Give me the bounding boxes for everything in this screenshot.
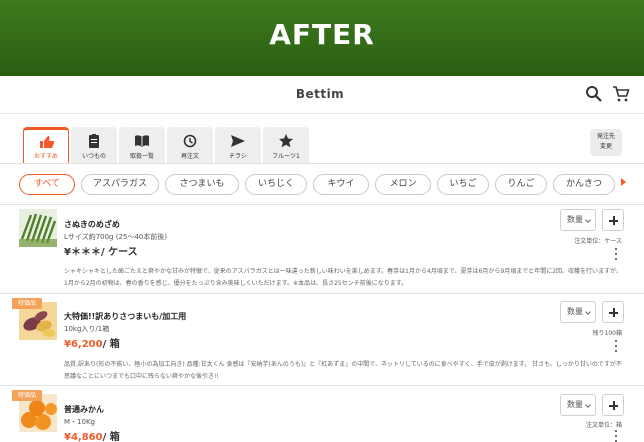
tab-label: 取扱一覧 <box>129 153 154 160</box>
clipboard-icon <box>86 133 102 148</box>
chip-fig[interactable]: いちじく <box>245 174 307 195</box>
chip-strawberry[interactable]: いちご <box>437 174 489 195</box>
history-icon <box>182 133 198 148</box>
search-icon[interactable] <box>585 85 603 103</box>
chip-asparagus[interactable]: アスパラガス <box>81 174 159 195</box>
more-options-icon[interactable] <box>614 248 618 260</box>
quantity-label: 数量 <box>567 215 583 224</box>
tab-label: チラシ <box>229 153 247 160</box>
price-amount: ¥6,200 <box>64 339 103 350</box>
tabs-divider <box>0 163 644 164</box>
banner-title: AFTER <box>269 18 375 51</box>
special-price-badge: 特価品 <box>12 298 42 309</box>
chevron-down-icon <box>585 402 591 408</box>
tab-catalog[interactable]: 取扱一覧 <box>119 127 165 163</box>
tab-usual[interactable]: いつもの <box>71 127 117 163</box>
price-amount: ¥4,860 <box>64 432 103 442</box>
product-price: ¥6,200/ 箱 <box>64 335 120 350</box>
tab-reorder[interactable]: 再注文 <box>167 127 213 163</box>
tab-label: 再注文 <box>180 153 199 160</box>
more-options-icon[interactable] <box>614 430 618 442</box>
chevron-down-icon <box>585 217 591 223</box>
special-price-badge: 特価品 <box>12 390 42 401</box>
book-icon <box>134 133 150 147</box>
price-unit: / ケース <box>100 247 138 258</box>
thumb-up-icon <box>39 134 55 148</box>
add-button[interactable] <box>602 301 624 323</box>
stock-remaining: 残り100箱 <box>592 330 622 337</box>
product-description: シャキシャキとした歯ごたえと爽やかな甘みが特徴で、従来のアスパラガスとは一味違っ… <box>64 268 622 287</box>
chip-kiwi[interactable]: キウイ <box>313 174 369 195</box>
app-bar: Bettim <box>0 76 644 114</box>
product-price: ¥＊＊＊/ ケース <box>64 243 138 258</box>
product-price: ¥4,860/ 箱 <box>64 428 120 442</box>
chip-melon[interactable]: メロン <box>375 174 431 195</box>
product-name[interactable]: 大特価!!訳ありさつまいも/加工用 <box>64 311 186 322</box>
price-unit: / 箱 <box>102 432 120 442</box>
after-banner: AFTER <box>0 0 644 76</box>
chips-scroll-right-icon[interactable] <box>621 178 626 186</box>
destination-line2: 変更 <box>599 143 612 150</box>
quantity-select[interactable]: 数量 <box>560 209 596 231</box>
list-divider <box>0 293 644 294</box>
product-name[interactable]: 普通みかん <box>64 404 104 415</box>
product-image[interactable] <box>19 209 57 247</box>
quantity-select[interactable]: 数量 <box>560 301 596 323</box>
product-spec: M・10Kg <box>64 418 95 426</box>
more-options-icon[interactable] <box>614 340 618 352</box>
quantity-label: 数量 <box>567 400 583 409</box>
chip-apple[interactable]: りんご <box>495 174 547 195</box>
destination-line1: 発注先 <box>596 133 615 140</box>
list-divider <box>0 204 644 205</box>
price-unit: / 箱 <box>102 339 120 350</box>
chip-citrus[interactable]: かんきつ <box>553 174 615 195</box>
tab-recommended[interactable]: おすすめ <box>23 127 69 163</box>
list-divider <box>0 385 644 386</box>
product-description: 品質:訳あり(形の不揃い、極小の為加工向き) 品種:甘太くん 食感は『安納芋(あ… <box>64 361 622 380</box>
add-button[interactable] <box>602 209 624 231</box>
product-spec: Lサイズ約700g (25〜40本前後) <box>64 233 167 241</box>
cart-icon[interactable] <box>612 85 630 103</box>
tab-flyer[interactable]: チラシ <box>215 127 261 163</box>
chip-sweet-potato[interactable]: さつまいも <box>165 174 239 195</box>
send-icon <box>230 133 246 147</box>
chevron-down-icon <box>585 309 591 315</box>
price-amount: ¥＊＊＊ <box>64 247 101 258</box>
add-button[interactable] <box>602 394 624 416</box>
tab-label: いつもの <box>81 153 106 160</box>
tab-label: フルーツ1 <box>272 153 300 160</box>
product-spec: 10kg入り/1箱 <box>64 325 110 333</box>
order-unit-note: 注文単位：箱 <box>585 422 622 429</box>
change-destination-button[interactable]: 発注先 変更 <box>590 129 622 156</box>
app-title: Bettim <box>295 87 345 101</box>
order-unit-note: 注文単位：ケース <box>574 238 622 245</box>
quantity-select[interactable]: 数量 <box>560 394 596 416</box>
chip-all[interactable]: すべて <box>19 174 75 195</box>
star-icon <box>278 133 294 148</box>
tab-fruits[interactable]: フルーツ1 <box>263 127 309 163</box>
quantity-label: 数量 <box>567 307 583 316</box>
product-name[interactable]: さぬきのめざめ <box>64 219 120 230</box>
tab-label: おすすめ <box>33 153 58 160</box>
